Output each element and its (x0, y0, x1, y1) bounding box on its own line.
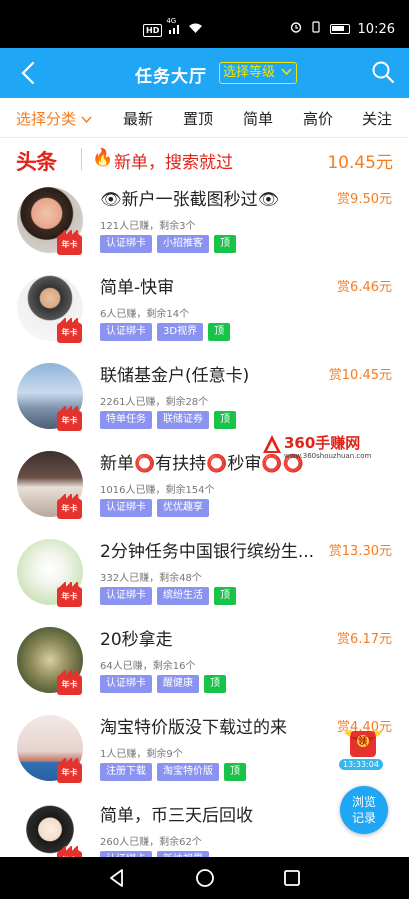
task-stats: 332人已赚，剩余48个 (100, 573, 202, 584)
filter-bar: 选择分类 最新 置顶 简单 高价 关注 (0, 98, 409, 138)
pinned-tag: 顶 (208, 323, 231, 341)
home-circle-icon[interactable] (194, 867, 216, 889)
task-reward: 赏9.50元 (337, 192, 392, 207)
task-tag: 认证绑卡 (100, 675, 152, 693)
task-title: 👁新户一张截图秒过👁 (100, 190, 280, 210)
chevron-down-icon (281, 68, 292, 76)
task-stats: 260人已赚，剩余62个 (100, 837, 202, 848)
task-stats: 121人已赚，剩余3个 (100, 221, 196, 232)
task-tag: 醒健康 (157, 675, 199, 693)
back-triangle-icon[interactable] (106, 867, 128, 889)
watermark: 360手赚网 www.360shouzhuan.com (262, 430, 402, 464)
annual-card-badge: 年卡 (57, 758, 82, 783)
system-nav-bar (0, 857, 409, 899)
status-bar: HD 4G 10:26 (0, 0, 409, 48)
watermark-logo-icon (263, 435, 281, 453)
filter-pinned[interactable]: 置顶 (183, 108, 213, 129)
headline-tag: 头条 (16, 149, 57, 174)
annual-card-badge: 年卡 (57, 230, 82, 255)
task-title: 20秒拿走 (100, 630, 173, 650)
watermark-name: 360手赚网 (284, 434, 361, 452)
task-tag: 特单任务 (100, 411, 152, 429)
filter-easy[interactable]: 简单 (243, 108, 273, 129)
wifi-icon (188, 23, 203, 37)
red-packet-label: 领 (358, 737, 368, 747)
task-tag: 小招推客 (157, 235, 209, 253)
task-row[interactable]: 年卡 20秒拿走 赏6.17元 64人已赚，剩余16个 认证绑卡 醒健康 顶 (0, 619, 409, 707)
pinned-tag: 顶 (224, 763, 246, 781)
task-reward: 赏6.46元 (337, 280, 392, 295)
hd-icon: HD (143, 23, 163, 37)
watermark-url: www.360shouzhuan.com (284, 452, 372, 460)
task-stats: 2261人已赚，剩余28个 (100, 397, 209, 408)
browse-line2: 记录 (351, 811, 376, 825)
search-icon[interactable] (371, 60, 395, 84)
browse-history-button[interactable]: 浏览 记录 (340, 786, 388, 834)
headline-text[interactable]: 新单，搜索就过 (114, 148, 233, 173)
headline-banner[interactable]: 头条 🔥 新单，搜索就过 10.45元 (0, 139, 409, 179)
task-tag: 联储证券 (157, 411, 209, 429)
task-reward: 赏13.30元 (328, 544, 392, 559)
task-tag: 优优趣享 (157, 499, 209, 517)
task-row[interactable]: 年卡 简单-快审 赏6.46元 6人已赚，剩余14个 认证绑卡 3D视界 顶 (0, 267, 409, 355)
level-select-dropdown[interactable]: 选择等级 (219, 62, 298, 84)
task-row[interactable]: 年卡 2分钟任务中国银行缤纷生... 赏13.30元 332人已赚，剩余48个 … (0, 531, 409, 619)
task-tag: 认证绑卡 (100, 587, 152, 605)
task-title: 简单-快审 (100, 278, 175, 298)
recents-square-icon[interactable] (281, 867, 303, 889)
task-stats: 6人已赚，剩余14个 (100, 309, 190, 320)
battery-icon (329, 24, 350, 34)
filter-newest[interactable]: 最新 (123, 108, 153, 129)
divider (81, 148, 82, 170)
headline-price: 10.45元 (327, 153, 393, 173)
annual-card-badge: 年卡 (57, 670, 82, 695)
task-tag: 3D视界 (157, 323, 204, 341)
level-select-label: 选择等级 (223, 65, 276, 80)
task-title: 2分钟任务中国银行缤纷生... (100, 542, 315, 562)
annual-card-badge: 年卡 (57, 582, 82, 607)
task-tag: 认证绑卡 (100, 323, 152, 341)
signal-label: 4G (166, 17, 177, 25)
task-title: 淘宝特价版没下载过的来 (100, 718, 287, 738)
task-title: 简单，币三天后回收 (100, 806, 253, 826)
back-icon[interactable] (18, 61, 40, 85)
task-stats: 64人已赚，剩余16个 (100, 661, 196, 672)
task-stats: 1人已赚，剩余9个 (100, 749, 183, 760)
task-reward: 赏6.17元 (337, 632, 392, 647)
vibrate-icon (310, 21, 322, 37)
task-tag: 注册下载 (100, 763, 152, 781)
signal-icon: 4G (166, 17, 182, 37)
task-row[interactable]: 年卡 👁新户一张截图秒过👁 赏9.50元 121人已赚，剩余3个 认证绑卡 小招… (0, 179, 409, 267)
filter-category-label: 选择分类 (16, 110, 77, 128)
task-reward: 赏10.45元 (328, 368, 392, 383)
chevron-down-icon (81, 116, 92, 124)
pinned-tag: 顶 (214, 235, 236, 253)
alarm-icon (290, 21, 302, 37)
task-tag: 认证绑卡 (100, 235, 152, 253)
page-title: 任务大厅 (135, 67, 207, 87)
countdown-timer: 13:33:04 (339, 759, 383, 770)
annual-card-badge: 年卡 (57, 318, 82, 343)
task-stats: 1016人已赚，剩余154个 (100, 485, 215, 496)
filter-category[interactable]: 选择分类 (16, 108, 92, 129)
pinned-tag: 顶 (214, 587, 236, 605)
pinned-tag: 顶 (214, 411, 236, 429)
filter-high-price[interactable]: 高价 (303, 108, 333, 129)
task-tag: 缤纷生活 (157, 587, 209, 605)
task-tag: 认证绑卡 (100, 499, 152, 517)
task-title: 联储基金户(任意卡) (100, 366, 250, 386)
task-tag: 淘宝特价版 (157, 763, 219, 781)
pinned-tag: 顶 (204, 675, 226, 693)
app-header: 任务大厅 选择等级 (0, 48, 409, 98)
annual-card-badge: 年卡 (57, 494, 82, 519)
fire-icon: 🔥 (92, 148, 114, 168)
annual-card-badge: 年卡 (57, 406, 82, 431)
filter-following[interactable]: 关注 (362, 108, 392, 129)
clock: 10:26 (357, 21, 395, 37)
browse-line1: 浏览 (351, 795, 376, 809)
